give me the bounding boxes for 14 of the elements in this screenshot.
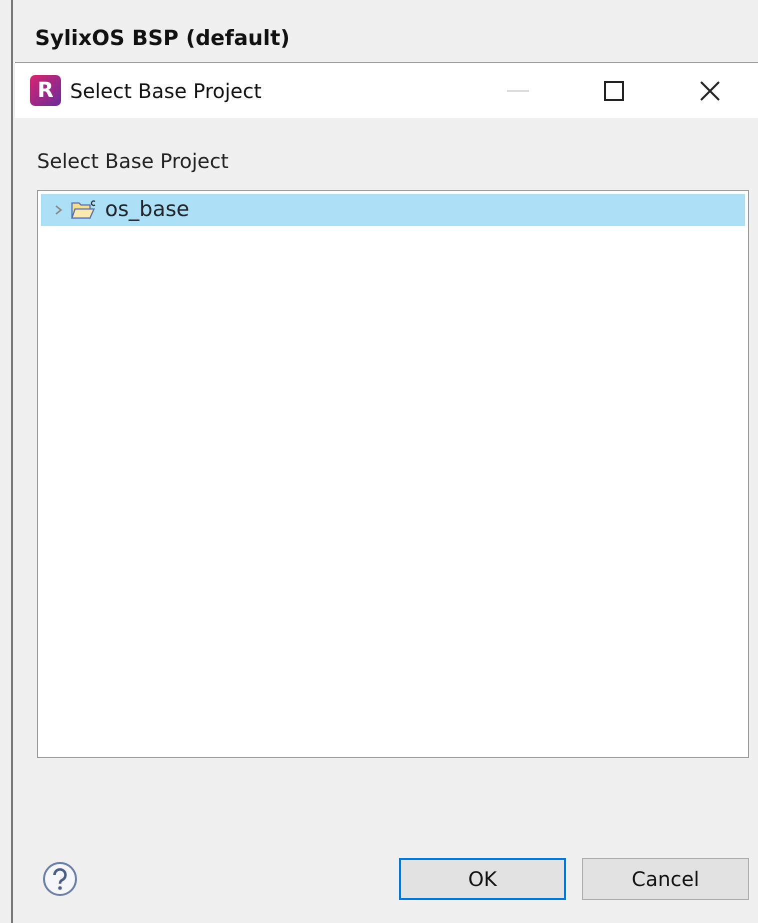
app-icon: R <box>30 75 61 106</box>
tree-item[interactable]: os_base <box>41 194 745 226</box>
help-icon[interactable] <box>42 861 78 897</box>
maximize-icon <box>603 80 625 102</box>
list-label: Select Base Project <box>37 148 230 175</box>
close-icon <box>699 80 721 102</box>
expand-chevron-icon[interactable] <box>53 205 63 215</box>
tree-item-label: os_base <box>105 196 190 224</box>
folder-icon <box>71 199 97 221</box>
minimize-icon <box>507 90 529 92</box>
dialog-button[interactable]: Cancel <box>582 858 749 900</box>
dialog-button[interactable]: OK <box>399 858 566 900</box>
window-title: SylixOS BSP (default) <box>34 25 291 52</box>
dialog-title: Select Base Project <box>70 78 263 104</box>
